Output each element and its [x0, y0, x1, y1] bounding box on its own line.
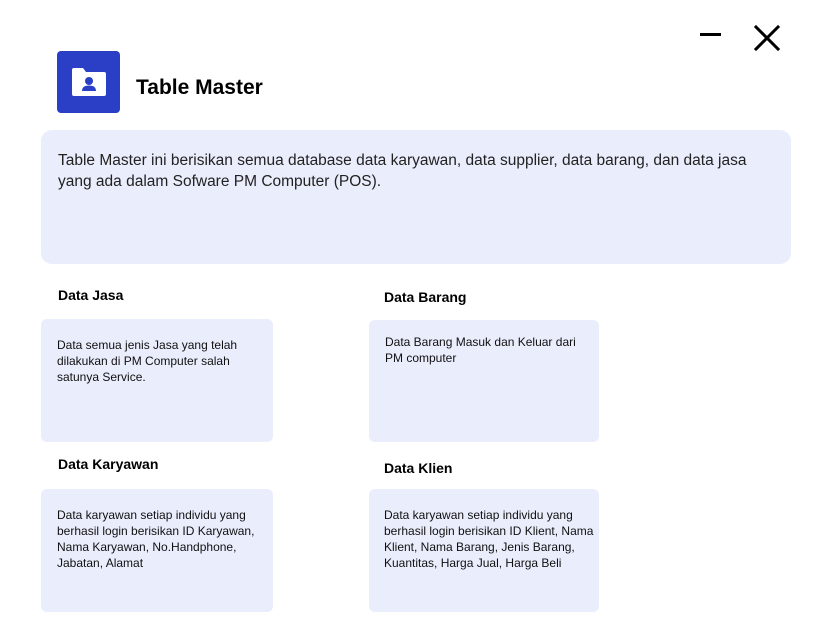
- description-panel: Table Master ini berisikan semua databas…: [41, 130, 791, 264]
- section-title-karyawan: Data Karyawan: [58, 456, 159, 472]
- card-barang-text: Data Barang Masuk dan Keluar dari PM com…: [385, 335, 576, 365]
- minimize-button[interactable]: [696, 22, 726, 48]
- card-klien-text: Data karyawan setiap individu yang berha…: [384, 508, 594, 570]
- section-title-barang: Data Barang: [384, 289, 467, 305]
- close-button[interactable]: [750, 22, 784, 54]
- close-icon: [753, 24, 781, 52]
- card-data-barang[interactable]: Data Barang Masuk dan Keluar dari PM com…: [369, 320, 599, 442]
- card-data-klien[interactable]: Data karyawan setiap individu yang berha…: [369, 489, 599, 612]
- folder-user-icon: [71, 68, 106, 96]
- minimize-icon: [700, 33, 721, 36]
- card-jasa-text: Data semua jenis Jasa yang telah dilakuk…: [57, 338, 238, 384]
- card-data-jasa[interactable]: Data semua jenis Jasa yang telah dilakuk…: [41, 319, 273, 442]
- card-data-karyawan[interactable]: Data karyawan setiap individu yang berha…: [41, 489, 273, 612]
- description-text: Table Master ini berisikan semua databas…: [58, 152, 747, 190]
- card-karyawan-text: Data karyawan setiap individu yang berha…: [57, 508, 255, 570]
- section-title-klien: Data Klien: [384, 460, 453, 476]
- app-icon: [57, 51, 120, 113]
- page-title: Table Master: [136, 76, 263, 99]
- section-title-jasa: Data Jasa: [58, 287, 124, 303]
